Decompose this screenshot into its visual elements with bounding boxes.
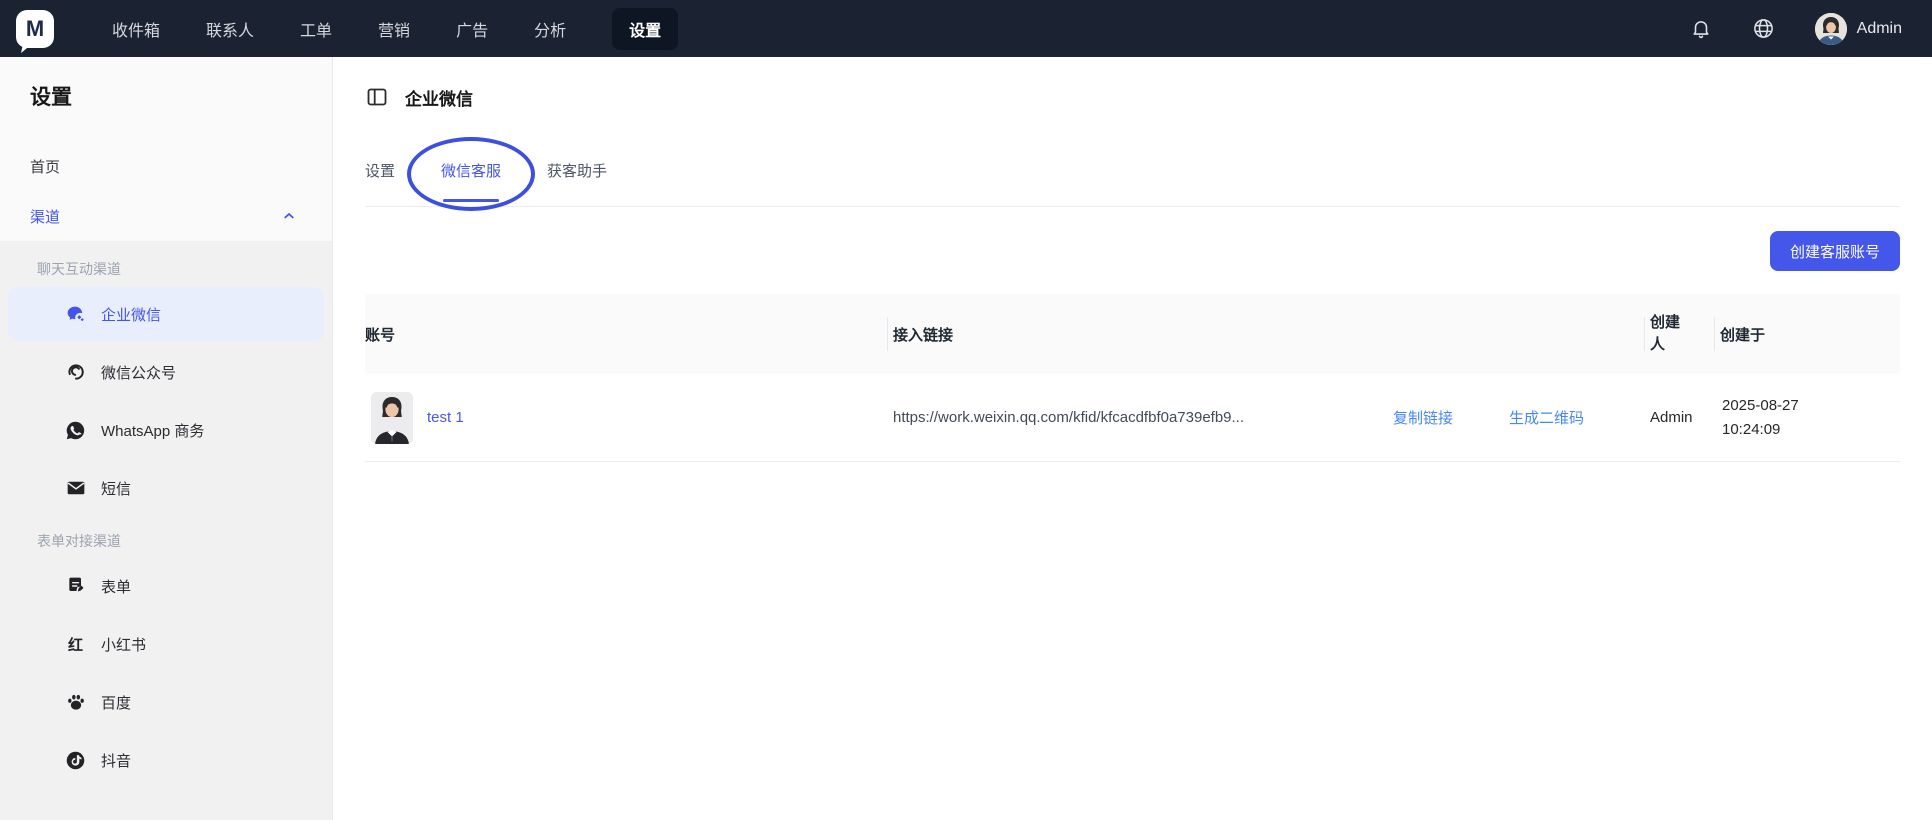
sidebar-item-xiaohongshu-label: 小红书 [101, 636, 147, 654]
sidebar-item-douyin[interactable]: 抖音 [0, 731, 332, 789]
sidebar-item-baidu-label: 百度 [101, 694, 132, 712]
nav-item-inbox[interactable]: 收件箱 [112, 8, 160, 50]
nav-item-ads[interactable]: 广告 [456, 8, 488, 50]
access-link-url: https://work.weixin.qq.com/kfid/kfcacdfb… [893, 409, 1245, 426]
create-service-account-button[interactable]: 创建客服账号 [1769, 231, 1900, 271]
douyin-icon [65, 750, 86, 771]
wechat-official-icon [65, 362, 86, 383]
table-row: test 1 https://work.weixin.qq.com/kfid/k… [365, 374, 1900, 462]
sidebar-toggle-icon[interactable] [365, 85, 389, 109]
access-link-cell: https://work.weixin.qq.com/kfid/kfcacdfb… [893, 407, 1650, 428]
top-nav-menu: 收件箱 联系人 工单 营销 广告 分析 设置 [112, 7, 679, 50]
generate-qrcode-action[interactable]: 生成二维码 [1509, 407, 1584, 428]
table-toolbar: 创建客服账号 [365, 207, 1900, 271]
sidebar-item-channels-label: 渠道 [30, 208, 61, 226]
service-accounts-table: 账号 接入链接 创建人 创建于 test 1 https://work.weix… [365, 294, 1900, 462]
sidebar-item-sms[interactable]: 短信 [0, 459, 332, 517]
section-label-form-channels: 表单对接渠道 [37, 533, 121, 549]
tab-settings[interactable]: 设置 [365, 162, 395, 206]
page-layout: 设置 首页 渠道 聊天互动渠道 企业微信 微信公众号 WhatsApp 商务 短… [0, 57, 1932, 820]
sidebar-item-douyin-label: 抖音 [101, 752, 132, 770]
nav-item-marketing[interactable]: 营销 [378, 8, 410, 50]
nav-item-settings[interactable]: 设置 [612, 7, 679, 50]
nav-item-tickets[interactable]: 工单 [300, 8, 332, 50]
tab-bar: 设置 微信客服 获客助手 [365, 137, 1900, 211]
column-header-account: 账号 [365, 326, 396, 344]
baidu-paw-icon [65, 692, 86, 713]
sidebar-item-wecom-label: 企业微信 [101, 306, 162, 324]
created-date: 2025-08-27 [1722, 397, 1799, 415]
column-header-created-at: 创建于 [1720, 324, 1900, 345]
copy-link-action[interactable]: 复制链接 [1393, 407, 1453, 428]
sidebar-item-wecom[interactable]: 企业微信 [8, 287, 324, 341]
user-name-label: Admin [1856, 19, 1902, 37]
wecom-icon [65, 304, 86, 325]
sidebar-item-channels[interactable]: 渠道 [0, 191, 332, 241]
sidebar-title: 设置 [30, 86, 72, 109]
sidebar-item-wechat-official[interactable]: 微信公众号 [0, 343, 332, 401]
chevron-up-icon [282, 209, 296, 223]
sidebar-top-links: 首页 渠道 [0, 141, 332, 241]
active-tab-underline [443, 199, 500, 202]
tab-wechat-customer-service[interactable]: 微信客服 [407, 137, 536, 211]
sidebar-item-wechat-official-label: 微信公众号 [101, 364, 177, 382]
xiaohongshu-icon: 红 [67, 637, 83, 654]
sidebar-item-forms[interactable]: 表单 [0, 557, 332, 615]
sidebar-item-baidu[interactable]: 百度 [0, 673, 332, 731]
nav-item-analytics[interactable]: 分析 [534, 8, 566, 50]
notification-bell-icon[interactable] [1690, 18, 1712, 40]
sms-envelope-icon [65, 478, 86, 499]
form-document-icon [65, 576, 86, 597]
main-content: 企业微信 设置 微信客服 获客助手 创建客服账号 账号 接入链接 创建人 创建于… [333, 57, 1932, 820]
created-time: 10:24:09 [1722, 420, 1781, 438]
user-avatar [1814, 12, 1847, 45]
settings-sidebar: 设置 首页 渠道 聊天互动渠道 企业微信 微信公众号 WhatsApp 商务 短… [0, 57, 333, 820]
tab-lead-assistant[interactable]: 获客助手 [547, 162, 607, 206]
whatsapp-icon [65, 420, 86, 441]
section-label-chat-channels: 聊天互动渠道 [37, 261, 121, 277]
row-actions: 复制链接 生成二维码 [1393, 407, 1584, 428]
language-globe-icon[interactable] [1752, 17, 1775, 40]
account-cell: test 1 [365, 391, 893, 444]
user-menu[interactable]: Admin [1814, 12, 1902, 45]
sidebar-item-whatsapp[interactable]: WhatsApp 商务 [0, 401, 332, 459]
account-name-link[interactable]: test 1 [427, 409, 464, 426]
page-header: 企业微信 [365, 84, 1900, 110]
sidebar-item-whatsapp-label: WhatsApp 商务 [101, 422, 205, 440]
sidebar-item-xiaohongshu[interactable]: 红 小红书 [0, 615, 332, 673]
creator-cell: Admin [1650, 409, 1693, 426]
app-logo[interactable]: M [16, 9, 54, 48]
column-header-creator: 创建人 [1650, 312, 1720, 357]
account-avatar [371, 391, 413, 444]
sidebar-item-home-label: 首页 [30, 158, 61, 176]
nav-item-contacts[interactable]: 联系人 [206, 8, 254, 50]
sidebar-channel-sections: 聊天互动渠道 企业微信 微信公众号 WhatsApp 商务 短信 表单对接渠道 … [0, 241, 332, 820]
sidebar-item-home[interactable]: 首页 [0, 141, 332, 191]
topnav-right-cluster: Admin [1690, 12, 1902, 45]
table-header-row: 账号 接入链接 创建人 创建于 [365, 294, 1900, 374]
sidebar-item-sms-label: 短信 [101, 480, 132, 498]
top-navigation-bar: M 收件箱 联系人 工单 营销 广告 分析 设置 Admin [0, 0, 1932, 57]
app-logo-letter: M [25, 15, 45, 41]
created-at-cell: 2025-08-27 10:24:09 [1720, 394, 1900, 441]
column-header-access-link: 接入链接 [893, 324, 1650, 345]
sidebar-item-forms-label: 表单 [101, 578, 132, 596]
page-title: 企业微信 [405, 89, 473, 109]
